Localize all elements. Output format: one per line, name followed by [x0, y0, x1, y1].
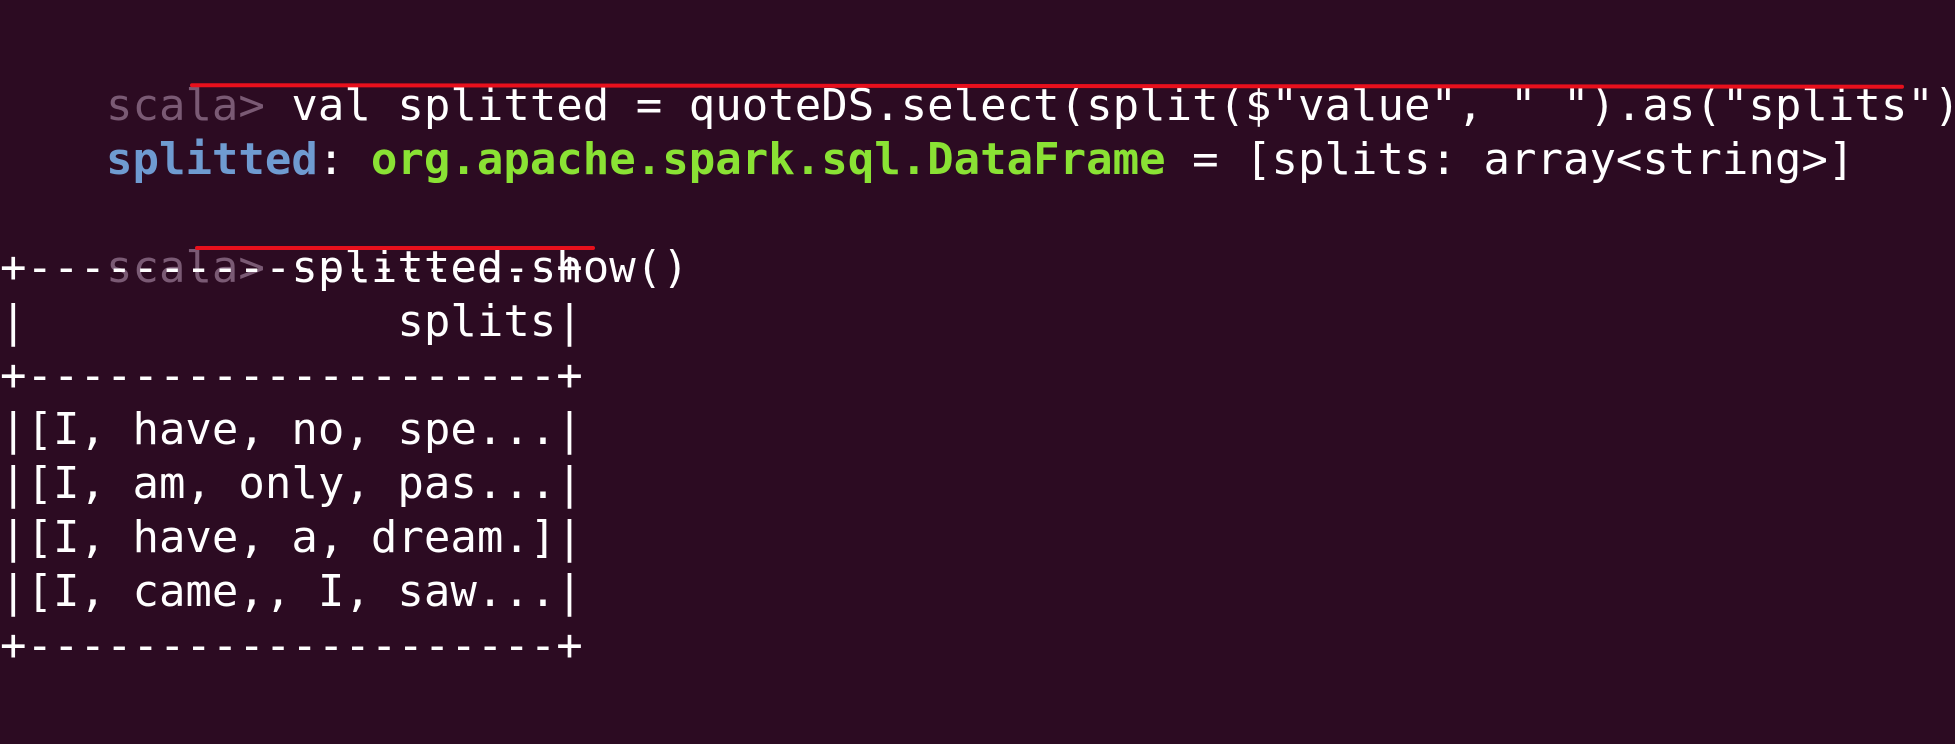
table-border-bottom: +--------------------+ [0, 620, 583, 671]
table-row: |[I, am, only, pas...| [0, 458, 583, 509]
result-variable-name: splitted [105, 134, 318, 185]
result-separator: : [317, 134, 371, 185]
table-header: | splits| [0, 296, 583, 347]
command-line-1: scala> val splitted = quoteDS.select(spl… [0, 25, 1955, 131]
result-rest: = [splits: array<string>] [1165, 134, 1855, 185]
table-row: |[I, came,, I, saw...| [0, 566, 583, 617]
result-type: org.apache.spark.sql.DataFrame [370, 134, 1166, 185]
result-line-1: splitted: org.apache.spark.sql.DataFrame… [0, 79, 1854, 185]
table-border-top: +--------------------+ [0, 242, 583, 293]
table-row: |[I, have, no, spe...| [0, 404, 583, 455]
table-row: |[I, have, a, dream.]| [0, 512, 583, 563]
table-border-mid: +--------------------+ [0, 350, 583, 401]
terminal-window[interactable]: scala> val splitted = quoteDS.select(spl… [0, 0, 1955, 744]
command-line-2: scala> splitted.show() [0, 187, 689, 293]
